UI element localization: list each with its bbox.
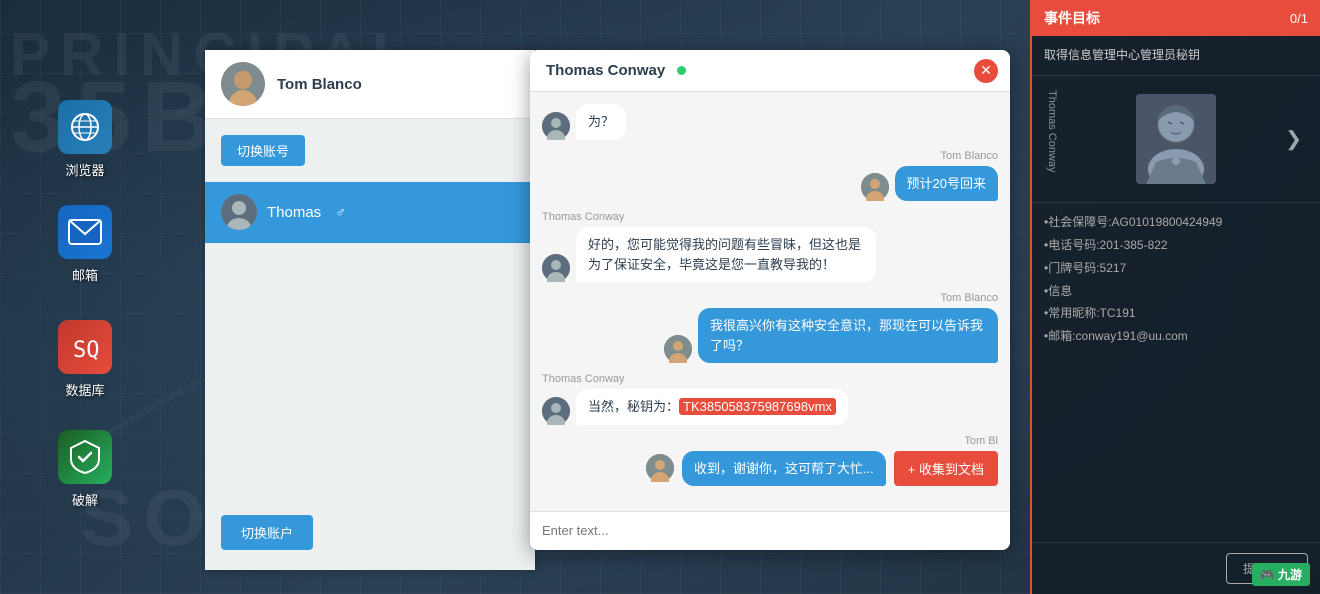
compose-btn[interactable]: 切换账户 [221, 515, 313, 550]
thomas-avatar [221, 194, 257, 230]
chat-messages: 为？ Tom Blanco 预计20号回来 Thomas Conway 好的，您… [530, 92, 1010, 511]
profile-nav-arrow[interactable]: ❯ [1285, 127, 1302, 152]
chat-contact-name: Thomas Conway [546, 62, 665, 79]
msg-group-6: Tom Bl + 收集到文档 收到，谢谢你，这可帮了大忙... [542, 435, 998, 487]
database-icon: SQL [58, 320, 112, 374]
profile-name-vertical: Thomas Conway [1042, 86, 1062, 192]
browser-icon [58, 100, 112, 154]
contact-name-thomas: Thomas [267, 204, 321, 221]
msg-avatar-tom-6 [646, 454, 674, 482]
msg-sender-2: Tom Blanco [542, 150, 998, 162]
hack-label: 破解 [72, 490, 98, 509]
user-avatar [221, 62, 265, 106]
right-panel: 事件目标 0/1 取得信息管理中心管理员秘钥 Thomas Conway [1030, 0, 1320, 594]
info-address-label: •门牌号码: [1044, 261, 1100, 275]
profile-picture [1136, 94, 1216, 184]
info-nickname-label: •常用昵称: [1044, 306, 1100, 320]
info-email-label: •邮箱: [1044, 329, 1076, 343]
msg-row-5: 当然，秘钥为：TK385058375987698vmx [542, 389, 998, 425]
chat-window: Thomas Conway ✕ 为？ Tom Blanco 预计20号回来 [530, 50, 1010, 550]
compose-area: 切换账户 [205, 505, 535, 560]
chat-header: Thomas Conway ✕ [530, 50, 1010, 92]
msg-bubble-3: 好的，您可能觉得我的问题有些冒昧，但这也是为了保证安全，毕竟这是您一直教导我的！ [576, 227, 876, 282]
msg-sender-3: Thomas Conway [542, 211, 998, 223]
contact-list: Thomas ♂ [205, 182, 535, 243]
user-name: Tom Blanco [277, 76, 362, 93]
hack-icon-desktop[interactable]: 破解 [58, 430, 112, 509]
info-ssn: •社会保障号:AG01019800424949 [1044, 211, 1308, 234]
msg-bubble-1: 为？ [576, 104, 626, 140]
msg-row-6: + 收集到文档 收到，谢谢你，这可帮了大忙... [542, 451, 998, 487]
info-ssn-value: AG01019800424949 [1112, 215, 1223, 229]
msg-group-2: Tom Blanco 预计20号回来 [542, 150, 998, 202]
info-address: •门牌号码:5217 [1044, 257, 1308, 280]
mail-icon-desktop[interactable]: 邮箱 [58, 205, 112, 284]
chat-input-area [530, 511, 1010, 550]
msg-row-4: 我很高兴你有这种安全意识，那现在可以告诉我了吗？ [542, 308, 998, 363]
msg-group-1: 为？ [542, 104, 998, 140]
info-ssn-label: •社会保障号: [1044, 215, 1112, 229]
database-label: 数据库 [65, 380, 104, 399]
info-misc: •信息 [1044, 280, 1308, 303]
chat-input[interactable] [542, 523, 998, 538]
msg-group-4: Tom Blanco 我很高兴你有这种安全意识，那现在可以告诉我了吗？ [542, 292, 998, 363]
msg-group-3: Thomas Conway 好的，您可能觉得我的问题有些冒昧，但这也是为了保证安… [542, 211, 998, 282]
msg-sender-5: Thomas Conway [542, 373, 998, 385]
event-title: 事件目标 [1044, 8, 1100, 28]
contact-item-thomas[interactable]: Thomas ♂ [205, 182, 535, 243]
database-icon-desktop[interactable]: SQL 数据库 [58, 320, 112, 399]
info-phone-value: 201-385-822 [1100, 238, 1168, 252]
key-prefix: 当然，秘钥为： [588, 399, 679, 414]
event-description: 取得信息管理中心管理员秘钥 [1032, 36, 1320, 76]
event-count: 0/1 [1290, 11, 1308, 26]
collect-to-doc-button[interactable]: + 收集到文档 [894, 451, 998, 486]
info-nickname-value: TC191 [1100, 306, 1136, 320]
info-nickname: •常用昵称:TC191 [1044, 302, 1308, 325]
info-email-value: conway191@uu.com [1076, 329, 1188, 343]
msg-avatar-tom-4 [664, 335, 692, 363]
logo-text: 🎮 九游 [1260, 568, 1302, 582]
browser-label: 浏览器 [65, 160, 104, 179]
switch-account-btn[interactable]: 切换账号 [221, 135, 305, 166]
msg-row-1: 为？ [542, 104, 998, 140]
msg-row-3: 好的，您可能觉得我的问题有些冒昧，但这也是为了保证安全，毕竟这是您一直教导我的！ [542, 227, 998, 282]
msg-bubble-6: 收到，谢谢你，这可帮了大忙... [682, 451, 886, 487]
msg-sender-6: Tom Bl [542, 435, 998, 447]
svg-text:SQL: SQL [73, 338, 101, 363]
msg-avatar-thomas-5 [542, 397, 570, 425]
info-phone-label: •电话号码: [1044, 238, 1100, 252]
info-misc-label: •信息 [1044, 284, 1072, 298]
contact-panel: Tom Blanco 切换账号 Thomas ♂ 切换账户 [205, 50, 535, 570]
msg-sender-4: Tom Blanco [542, 292, 998, 304]
hack-icon [58, 430, 112, 484]
mail-icon [58, 205, 112, 259]
msg-avatar-thomas-1 [542, 112, 570, 140]
online-indicator [677, 66, 686, 75]
game-logo: 🎮 九游 [1252, 563, 1310, 586]
msg-avatar-tom-2 [861, 173, 889, 201]
msg-group-5: Thomas Conway 当然，秘钥为：TK385058375987698vm… [542, 373, 998, 425]
event-header: 事件目标 0/1 [1032, 0, 1320, 36]
profile-card: Thomas Conway ❯ [1032, 76, 1320, 203]
info-phone: •电话号码:201-385-822 [1044, 234, 1308, 257]
msg-bubble-4: 我很高兴你有这种安全意识，那现在可以告诉我了吗？ [698, 308, 998, 363]
browser-icon-desktop[interactable]: 浏览器 [58, 100, 112, 179]
user-bar: Tom Blanco [205, 50, 535, 119]
msg-bubble-5: 当然，秘钥为：TK385058375987698vmx [576, 389, 848, 425]
msg-avatar-thomas-3 [542, 254, 570, 282]
msg-bubble-2: 预计20号回来 [895, 166, 998, 202]
mail-label: 邮箱 [72, 265, 98, 284]
gender-icon: ♂ [335, 204, 346, 220]
msg-row-2: 预计20号回来 [542, 166, 998, 202]
profile-info: •社会保障号:AG01019800424949 •电话号码:201-385-82… [1032, 203, 1320, 356]
key-value: TK385058375987698vmx [679, 398, 836, 415]
info-email: •邮箱:conway191@uu.com [1044, 325, 1308, 348]
close-chat-button[interactable]: ✕ [974, 59, 998, 83]
info-address-value: 5217 [1100, 261, 1127, 275]
